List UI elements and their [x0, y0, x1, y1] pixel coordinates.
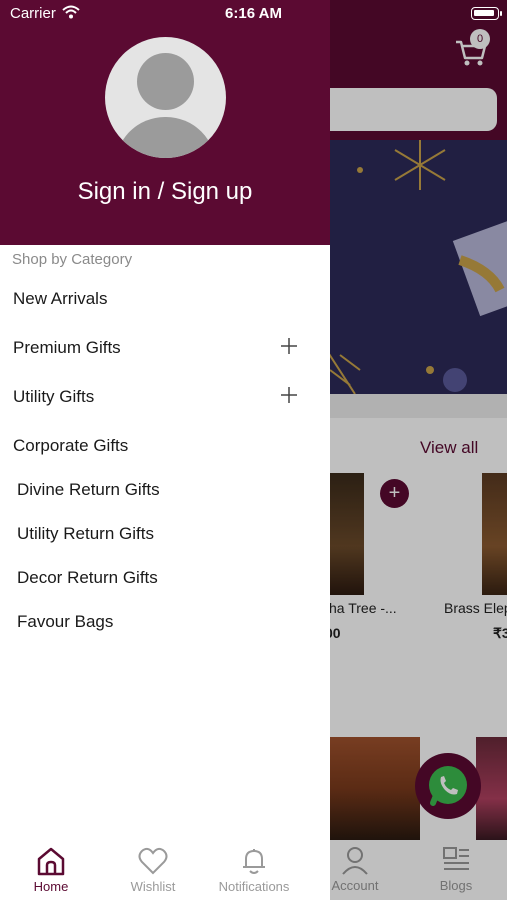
clock: 6:16 AM	[225, 5, 282, 22]
avatar-body	[115, 117, 216, 158]
sub-item-divine-return-gifts[interactable]: Divine Return Gifts	[17, 480, 160, 500]
tab-home[interactable]: Home	[6, 845, 96, 894]
menu-item-utility-gifts[interactable]: Utility Gifts	[13, 387, 94, 407]
expand-plus-icon[interactable]	[280, 386, 298, 404]
battery-tip	[500, 11, 502, 16]
tab-home-label: Home	[33, 879, 69, 894]
sub-item-utility-return-gifts[interactable]: Utility Return Gifts	[17, 524, 154, 544]
sub-item-favour-bags[interactable]: Favour Bags	[17, 612, 113, 632]
home-icon	[37, 847, 65, 876]
expand-plus-icon[interactable]	[280, 337, 298, 355]
avatar[interactable]	[105, 37, 226, 158]
heart-icon	[138, 847, 168, 875]
menu-item-new-arrivals[interactable]: New Arrivals	[13, 289, 107, 309]
battery-icon	[471, 7, 499, 20]
avatar-head	[137, 53, 194, 110]
signin-link[interactable]: Sign in / Sign up	[0, 178, 330, 206]
tab-wishlist[interactable]: Wishlist	[108, 845, 198, 894]
menu-item-corporate-gifts[interactable]: Corporate Gifts	[13, 436, 128, 456]
status-bar: Carrier 6:16 AM	[0, 0, 507, 26]
tab-wishlist-label: Wishlist	[130, 879, 176, 894]
drawer-header: Sign in / Sign up	[0, 0, 330, 245]
sub-item-decor-return-gifts[interactable]: Decor Return Gifts	[17, 568, 158, 588]
menu-item-premium-gifts[interactable]: Premium Gifts	[13, 338, 121, 358]
tab-notifications[interactable]: Notifications	[209, 845, 299, 894]
tab-notifications-label: Notifications	[218, 879, 290, 894]
navigation-drawer: Sign in / Sign up Shop by Category New A…	[0, 0, 330, 900]
bell-icon	[243, 849, 265, 874]
section-label: Shop by Category	[12, 251, 133, 268]
